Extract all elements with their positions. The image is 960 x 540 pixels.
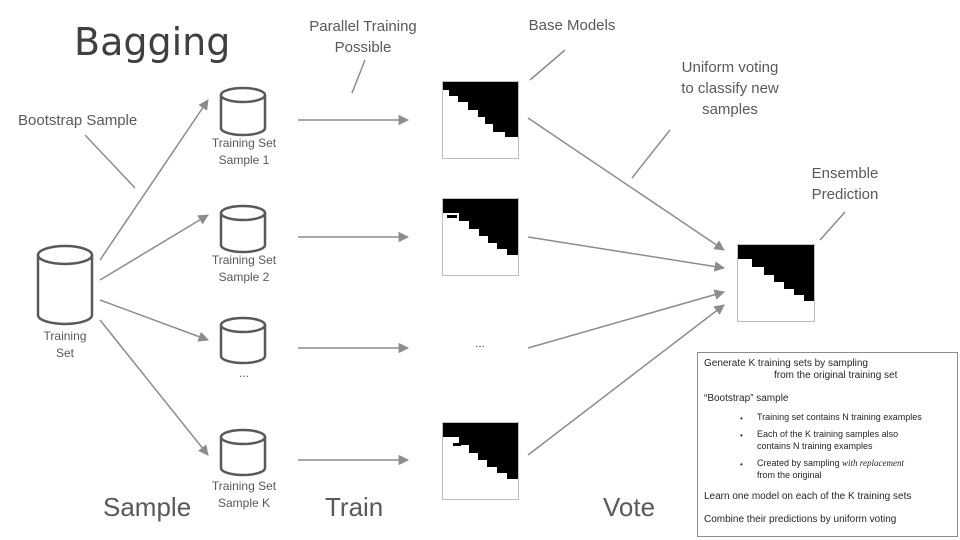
- panel-bullet-3-line2: from the original: [757, 470, 822, 480]
- panel-bullet-2-line1: Each of the K training samples also: [757, 429, 899, 439]
- explanation-panel: Generate K training sets by sampling fro…: [697, 352, 958, 537]
- panel-learn-line: Learn one model on each of the K trainin…: [704, 491, 912, 502]
- panel-combine-line: Combine their predictions by uniform vot…: [704, 514, 897, 525]
- arrow-vote-2: [527, 236, 726, 272]
- bullet-3-emphasis: with replacement: [842, 458, 904, 468]
- sample-k-line1: Training Set: [211, 479, 277, 493]
- arrow-to-sample-1: [99, 99, 209, 261]
- base-model-2-image: [442, 198, 519, 276]
- base-models-ellipsis: ...: [474, 336, 485, 350]
- sample-1-database-icon: [219, 86, 267, 137]
- bootstrap-callout-line: [84, 134, 136, 189]
- panel-bullet-2-line2: contains N training examples: [757, 441, 873, 451]
- bullet-3-prefix: Created by sampling: [757, 458, 843, 468]
- sample-dots-database-icon: [219, 316, 267, 365]
- ensemble-callout-line: [819, 211, 846, 241]
- sample-1-line2: Sample 1: [218, 153, 270, 167]
- arrow-vote-dots: [527, 289, 726, 349]
- panel-bootstrap-heading: “Bootstrap” sample: [704, 393, 789, 404]
- arrow-to-sample-dots: [99, 299, 209, 342]
- arrow-to-sample-2: [99, 214, 209, 281]
- training-set-line1: Training: [43, 329, 87, 343]
- base-model-1-image: [442, 81, 519, 159]
- base-model-k-image: [442, 422, 519, 500]
- sample-1-label: Training Set Sample 1: [203, 135, 285, 169]
- sample-dots-label: ...: [238, 366, 249, 380]
- stage-vote-label: Vote: [603, 492, 656, 522]
- bullet-2-icon: •: [740, 431, 743, 440]
- sample-1-line1: Training Set: [211, 136, 277, 150]
- sample-2-database-icon: [219, 204, 267, 254]
- sample-k-database-icon: [219, 428, 267, 477]
- sample-k-label: Training Set Sample K: [203, 478, 285, 512]
- ensemble-prediction-image: [737, 244, 815, 322]
- voting-callout-line: [631, 129, 671, 179]
- arrow-to-sample-k: [99, 319, 209, 456]
- bullet-1-icon: •: [740, 414, 743, 423]
- sample-2-line1: Training Set: [211, 253, 277, 267]
- sample-2-line2: Sample 2: [218, 270, 270, 284]
- arrow-vote-1: [527, 117, 725, 251]
- sample-k-line2: Sample K: [217, 496, 271, 510]
- training-set-line2: Set: [55, 346, 74, 360]
- parallel-callout-line: [351, 59, 366, 94]
- panel-generate-line1: Generate K training sets by sampling: [704, 358, 868, 369]
- panel-bullet-3-line1: Created by sampling with replacement: [757, 457, 904, 469]
- sample-2-label: Training Set Sample 2: [203, 252, 285, 286]
- panel-bullet-1: Training set contains N training example…: [757, 412, 922, 422]
- panel-generate-line2: from the original training set: [774, 370, 898, 381]
- stage-train-label: Train: [325, 492, 384, 522]
- base-models-callout-line: [529, 49, 566, 81]
- stage-sample-label: Sample: [103, 492, 192, 522]
- training-set-database-icon: [36, 244, 94, 326]
- arrow-vote-k: [527, 304, 725, 456]
- bullet-3-icon: •: [740, 460, 743, 469]
- training-set-label: Training Set: [30, 328, 100, 362]
